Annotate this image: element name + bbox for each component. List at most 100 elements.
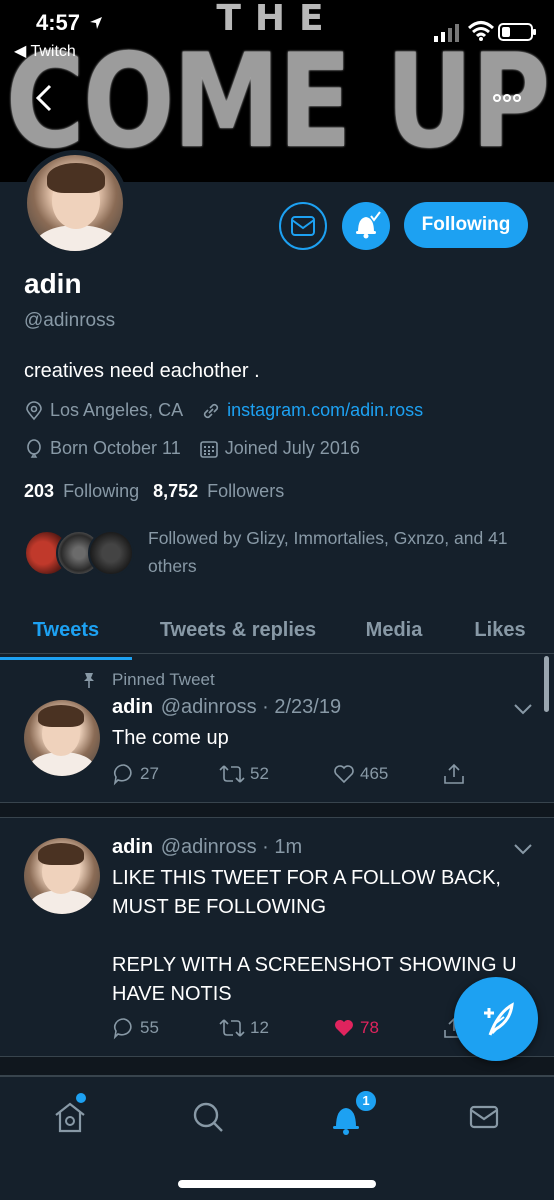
avatar-hair [47, 163, 105, 193]
home-indicator[interactable] [178, 1180, 376, 1188]
retweet-count: 52 [250, 764, 269, 783]
search-icon[interactable] [188, 1097, 228, 1137]
birthday-text: Born October 11 [50, 438, 181, 458]
heart-icon [334, 765, 354, 784]
followers-count-link[interactable]: 8,752 Followers [153, 481, 284, 501]
tab-likes[interactable]: Likes [464, 608, 536, 652]
mutual-avatar-3 [88, 530, 134, 576]
scrollbar[interactable] [544, 656, 549, 712]
chevron-down-icon[interactable] [512, 702, 534, 716]
reply-button[interactable]: 55 [112, 1016, 159, 1040]
profile-bio: creatives need eachother . [24, 360, 260, 382]
followed-by-text[interactable]: Followed by Glizy, Immortalies, Gxnzo, a… [148, 524, 540, 580]
location-text: Los Angeles, CA [50, 400, 184, 420]
profile-name: adin [24, 268, 82, 299]
website-item[interactable]: instagram.com/adin.ross [201, 400, 423, 421]
battery-icon [498, 23, 536, 41]
share-icon [444, 763, 464, 784]
back-app-label: Twitch [30, 43, 76, 60]
like-count: 465 [360, 764, 389, 783]
reply-button[interactable]: 27 [112, 762, 159, 786]
more-options-icon[interactable] [492, 88, 522, 108]
tweet-author-name: adin [112, 836, 154, 858]
avatar-hair [38, 843, 84, 865]
pinned-text: Pinned Tweet [112, 670, 215, 689]
tweet-header[interactable]: adin @adinross · 1m [112, 836, 302, 859]
link-icon [204, 403, 219, 418]
home-new-dot [76, 1093, 86, 1103]
status-bar: 4:57 ◀ Twitch [0, 0, 554, 70]
followers-count: 8,752 [153, 481, 199, 501]
avatar-hair [38, 705, 84, 727]
tweet-avatar[interactable] [24, 838, 100, 914]
retweet-button[interactable]: 52 [218, 762, 269, 786]
location-arrow-icon [90, 17, 103, 29]
message-button[interactable] [279, 202, 327, 250]
tweet-time: · 2/23/19 [262, 696, 342, 718]
bell-check-icon [356, 211, 381, 239]
home-icon[interactable] [50, 1097, 90, 1137]
mutual-followers-avatars[interactable] [24, 530, 134, 578]
notifications-toggle-button[interactable] [342, 202, 390, 250]
retweet-icon [219, 1019, 245, 1037]
tab-media[interactable]: Media [350, 608, 438, 652]
tweet-author-handle: @adinross [160, 696, 257, 718]
website-link[interactable]: instagram.com/adin.ross [227, 400, 423, 421]
like-count: 78 [360, 1018, 379, 1037]
location-pin-icon [26, 400, 42, 420]
like-button[interactable]: 78 [332, 1016, 379, 1040]
compose-tweet-button[interactable] [454, 977, 538, 1061]
following-count-link[interactable]: 203 Following [24, 481, 139, 501]
tweet-actions: 55 12 78 [112, 1016, 512, 1042]
tweet-avatar[interactable] [24, 700, 100, 776]
tab-tweets-replies[interactable]: Tweets & replies [148, 608, 328, 652]
balloon-icon [27, 438, 41, 458]
tweet-actions: 27 52 465 [112, 762, 512, 788]
joined-text: Joined July 2016 [224, 438, 360, 458]
status-time: 4:57 [36, 10, 104, 36]
reply-count: 55 [140, 1018, 159, 1037]
tweet-separator [0, 802, 554, 818]
messages-envelope-icon[interactable] [464, 1097, 504, 1137]
avatar-shirt [35, 225, 119, 251]
profile-handle: @adinross [24, 310, 116, 331]
profile-meta-row-1: Los Angeles, CA instagram.com/adin.ross [24, 400, 441, 421]
joined-item: Joined July 2016 [199, 438, 360, 459]
tweet-time: · 1m [262, 836, 303, 858]
status-time-text: 4:57 [36, 10, 81, 35]
cellular-signal-icon [434, 24, 459, 42]
following-count: 203 [24, 481, 55, 501]
follow-counts: 203 Following 8,752 Followers [24, 481, 284, 502]
reply-icon [113, 764, 132, 786]
wifi-icon [468, 21, 494, 41]
retweet-icon [219, 765, 245, 783]
share-button[interactable] [442, 762, 470, 786]
like-button[interactable]: 465 [332, 762, 388, 786]
notifications-badge: 1 [354, 1089, 378, 1113]
back-icon[interactable] [30, 80, 60, 116]
tweet-text: The come up [112, 727, 229, 749]
profile-tabs: Tweets Tweets & replies Media Likes [0, 600, 554, 660]
following-button[interactable]: Following [404, 202, 528, 248]
tweet-author-name: adin [112, 696, 154, 718]
back-to-app-link[interactable]: ◀ Twitch [14, 41, 76, 61]
following-count-label: Following [63, 481, 140, 501]
tweet-header[interactable]: adin @adinross · 2/23/19 [112, 696, 341, 719]
reply-icon [113, 1018, 132, 1040]
pin-icon [84, 673, 94, 688]
heart-filled-icon [335, 1020, 353, 1036]
profile-avatar[interactable] [22, 150, 128, 256]
feather-plus-icon [484, 1002, 514, 1036]
pinned-label: Pinned Tweet [80, 670, 215, 690]
tab-tweets[interactable]: Tweets [0, 608, 132, 660]
chevron-down-icon[interactable] [512, 842, 534, 856]
envelope-icon [291, 216, 315, 236]
tweet-author-handle: @adinross [160, 836, 257, 858]
retweet-button[interactable]: 12 [218, 1016, 269, 1040]
profile-meta-row-2: Born October 11 Joined July 2016 [24, 438, 378, 459]
birthday-item: Born October 11 [24, 438, 181, 459]
retweet-count: 12 [250, 1018, 269, 1037]
back-app-triangle-icon: ◀ [14, 43, 27, 60]
location-item: Los Angeles, CA [24, 400, 183, 421]
followers-count-label: Followers [207, 481, 285, 501]
